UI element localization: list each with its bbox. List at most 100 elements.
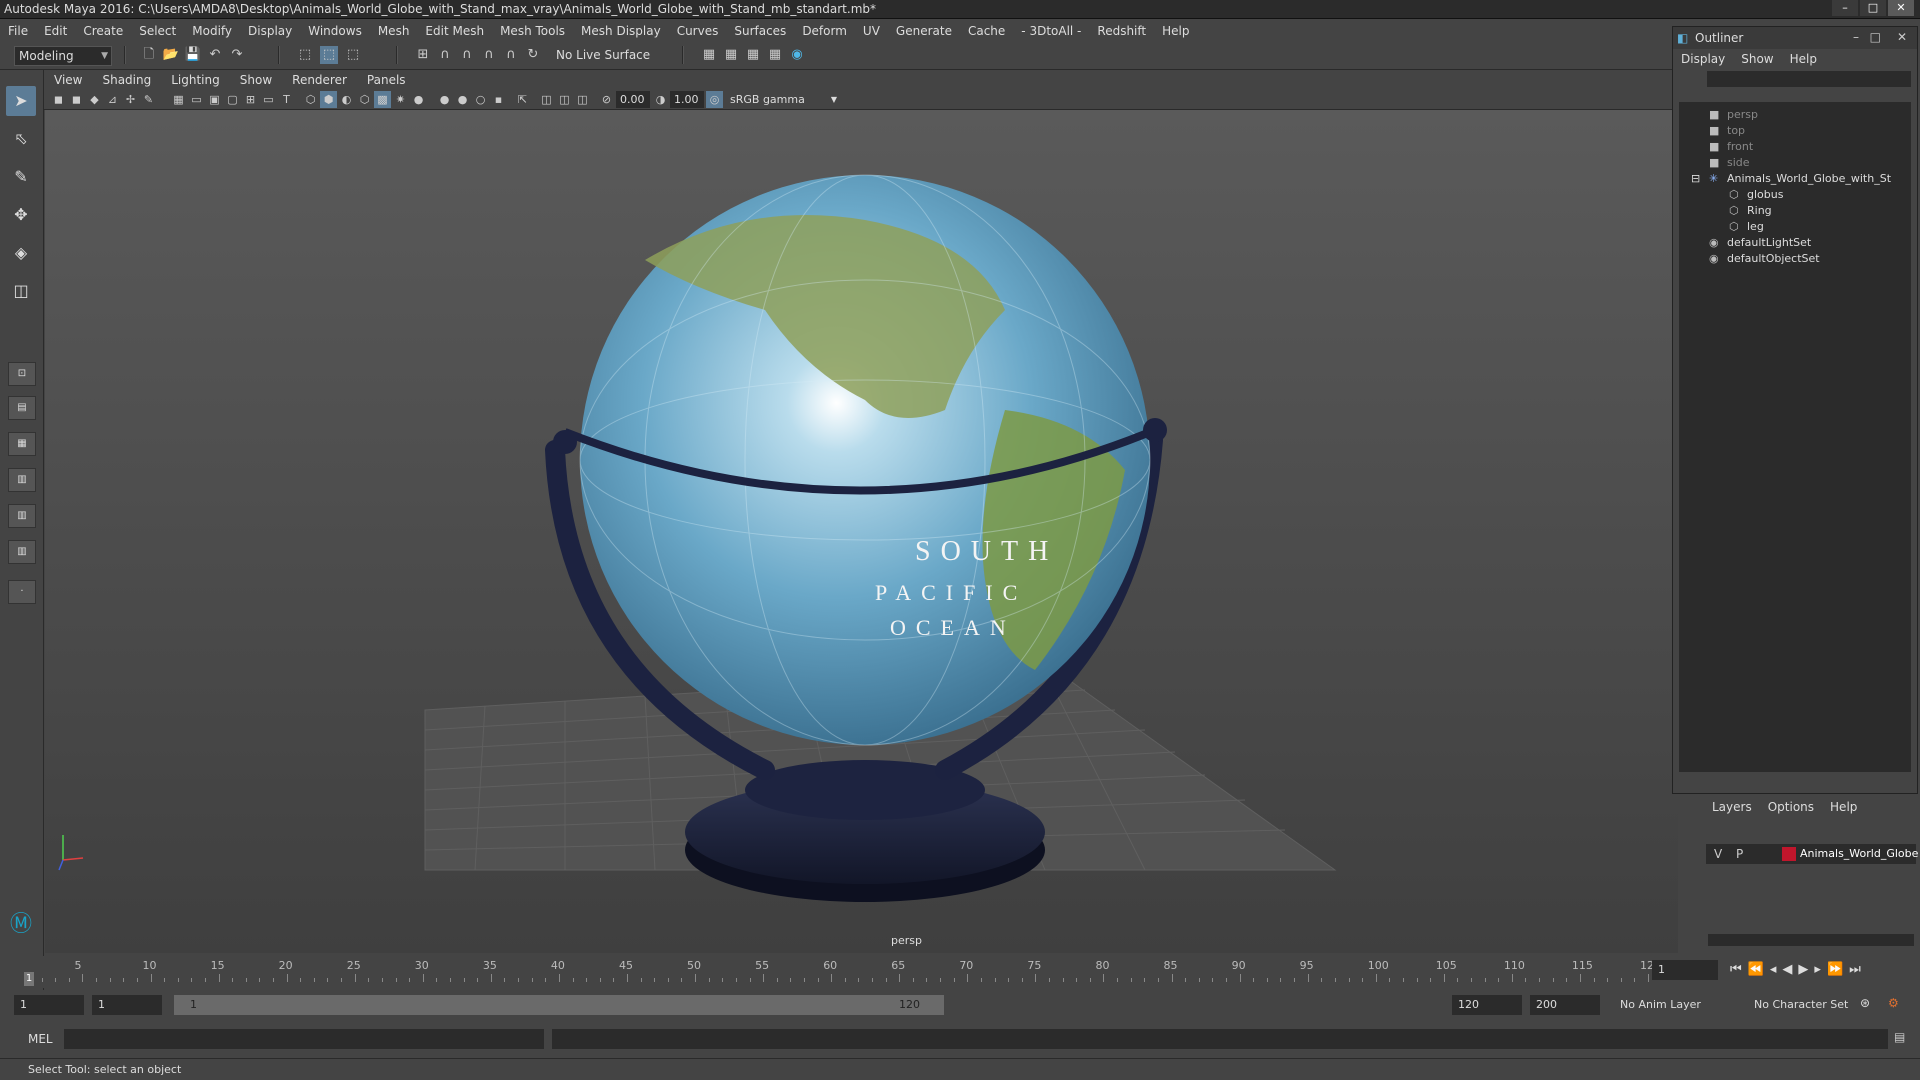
textured-icon[interactable]: ▩ [374, 91, 391, 108]
viewport-persp[interactable]: SOUTH PACIFIC OCEAN persp [45, 110, 1678, 953]
range-slider[interactable]: 1 120 [174, 995, 944, 1015]
xray-joints-icon[interactable]: ◫ [556, 91, 573, 108]
rotate-tool-icon[interactable]: ◈ [6, 238, 36, 268]
new-scene-icon[interactable]: 🗋 [140, 46, 158, 64]
anim-layer-dropdown[interactable]: No Anim Layer [1620, 998, 1701, 1011]
step-forward-key-icon[interactable]: ⏩ [1827, 962, 1843, 977]
render-settings-icon[interactable]: ▦ [700, 46, 718, 64]
motion-blur-icon[interactable]: ● [454, 91, 471, 108]
smooth-shade-icon[interactable]: ⬢ [320, 91, 337, 108]
depth-of-field-icon[interactable]: ▪ [490, 91, 507, 108]
menu-generate[interactable]: Generate [888, 24, 960, 38]
layer-color-swatch[interactable] [1782, 847, 1796, 861]
layout-options-icon[interactable]: · [8, 580, 36, 604]
color-management-icon[interactable]: ◎ [706, 91, 723, 108]
menu-mesh-tools[interactable]: Mesh Tools [492, 24, 573, 38]
snap-curve-icon[interactable]: ∩ [436, 46, 454, 64]
close-button[interactable]: ✕ [1888, 0, 1914, 16]
select-object-icon[interactable]: ⬚ [320, 46, 338, 64]
lasso-tool-icon[interactable]: ⬁ [6, 124, 36, 154]
command-input[interactable] [64, 1029, 544, 1049]
exposure-field[interactable]: 0.00 [616, 91, 650, 108]
menu-mesh-display[interactable]: Mesh Display [573, 24, 669, 38]
panel-menu-show[interactable]: Show [230, 73, 282, 87]
save-scene-icon[interactable]: 💾 [184, 46, 202, 64]
2d-pan-zoom-icon[interactable]: ✢ [122, 91, 139, 108]
image-plane-icon[interactable]: ⊿ [104, 91, 121, 108]
layers-menu-layers[interactable]: Layers [1704, 800, 1760, 814]
exposure-icon[interactable]: ⊘ [598, 91, 615, 108]
layers-menu-help[interactable]: Help [1822, 800, 1865, 814]
viewport-canvas[interactable]: SOUTH PACIFIC OCEAN [45, 110, 1678, 953]
menu-set-dropdown[interactable]: Modeling ▼ [14, 46, 112, 66]
gamma-field[interactable]: 1.00 [670, 91, 704, 108]
outliner-menu-display[interactable]: Display [1673, 52, 1733, 66]
render-view-icon[interactable]: ▦ [766, 46, 784, 64]
menu-3dtoall[interactable]: - 3DtoAll - [1013, 24, 1089, 38]
snap-rotate-icon[interactable]: ↻ [524, 46, 542, 64]
time-ruler[interactable]: 5 10 15 20 25 30 35 40 45 50 55 60 65 70 75 80 85 90 95 100… [24, 958, 1661, 986]
bounding-box-icon[interactable]: ⬡ [356, 91, 373, 108]
menu-cache[interactable]: Cache [960, 24, 1013, 38]
outliner-tree[interactable]: ■ persp ■ top ■ front ■ side ⊟ ✳ Animals_World_Glo… [1679, 102, 1911, 772]
select-hierarchy-icon[interactable]: ⬚ [296, 46, 314, 64]
gamma-icon[interactable]: ◑ [652, 91, 669, 108]
resolution-gate-icon[interactable]: ▣ [206, 91, 223, 108]
grease-pencil-icon[interactable]: ✎ [140, 91, 157, 108]
paint-select-icon[interactable]: ✎ [6, 162, 36, 192]
minimize-icon[interactable]: – [1853, 30, 1859, 44]
outliner-search-input[interactable] [1707, 71, 1911, 87]
start-time-field[interactable]: 1 [14, 995, 84, 1015]
lights-icon[interactable]: ✷ [392, 91, 409, 108]
camera-lock-icon[interactable]: ◼ [68, 91, 85, 108]
safe-action-icon[interactable]: ▭ [260, 91, 277, 108]
step-forward-frame-icon[interactable]: ▸ [1814, 962, 1821, 977]
four-view-layout-icon[interactable]: ▦ [8, 432, 36, 456]
minimize-button[interactable]: – [1832, 0, 1858, 16]
last-tool-icon[interactable]: ⊡ [8, 362, 36, 386]
outliner-item-defaultobjectset[interactable]: ◉ defaultObjectSet [1679, 250, 1909, 268]
hypershade-icon[interactable]: ◉ [788, 46, 806, 64]
menu-modify[interactable]: Modify [184, 24, 240, 38]
panel-menu-lighting[interactable]: Lighting [161, 73, 230, 87]
xray-icon[interactable]: ◫ [538, 91, 555, 108]
menu-select[interactable]: Select [131, 24, 184, 38]
ipr-render-icon[interactable]: ▦ [744, 46, 762, 64]
panel-menu-panels[interactable]: Panels [357, 73, 416, 87]
anim-end-field[interactable]: 200 [1530, 995, 1600, 1015]
grid-icon[interactable]: ▦ [170, 91, 187, 108]
open-scene-icon[interactable]: 📂 [162, 46, 180, 64]
anti-aliasing-icon[interactable]: ○ [472, 91, 489, 108]
snap-view-icon[interactable]: ∩ [480, 46, 498, 64]
scale-tool-icon[interactable]: ◫ [6, 276, 36, 306]
script-editor-icon[interactable]: ▤ [1894, 1030, 1905, 1044]
preferences-icon[interactable]: ⚙ [1888, 996, 1899, 1010]
gate-mask-icon[interactable]: ▢ [224, 91, 241, 108]
snap-point-icon[interactable]: ∩ [458, 46, 476, 64]
film-gate-icon[interactable]: ▭ [188, 91, 205, 108]
redo-icon[interactable]: ↷ [228, 46, 246, 64]
menu-uv[interactable]: UV [855, 24, 888, 38]
snap-grid-icon[interactable]: ⊞ [414, 46, 432, 64]
xray-components-icon[interactable]: ◫ [574, 91, 591, 108]
field-chart-icon[interactable]: ⊞ [242, 91, 259, 108]
command-language[interactable]: MEL [28, 1032, 53, 1046]
play-forward-icon[interactable]: ▶ [1798, 962, 1808, 977]
undo-icon[interactable]: ↶ [206, 46, 224, 64]
color-space-dropdown[interactable]: sRGB gamma ▼ [726, 91, 840, 108]
outliner-menu-help[interactable]: Help [1782, 52, 1825, 66]
layers-menu-options[interactable]: Options [1760, 800, 1822, 814]
wireframe-icon[interactable]: ⬡ [302, 91, 319, 108]
step-back-key-icon[interactable]: ⏪ [1748, 962, 1764, 977]
live-surface-field[interactable]: No Live Surface [552, 46, 654, 66]
menu-windows[interactable]: Windows [300, 24, 370, 38]
go-to-end-icon[interactable]: ⏭ [1849, 962, 1861, 977]
play-backward-icon[interactable]: ◀ [1782, 962, 1792, 977]
menu-edit-mesh[interactable]: Edit Mesh [417, 24, 492, 38]
menu-edit[interactable]: Edit [36, 24, 75, 38]
select-tool-icon[interactable]: ➤ [6, 86, 36, 116]
isolate-select-icon[interactable]: ⇱ [514, 91, 531, 108]
select-component-icon[interactable]: ⬚ [344, 46, 362, 64]
menu-create[interactable]: Create [75, 24, 131, 38]
layer-visibility-toggle[interactable]: V [1714, 847, 1722, 861]
